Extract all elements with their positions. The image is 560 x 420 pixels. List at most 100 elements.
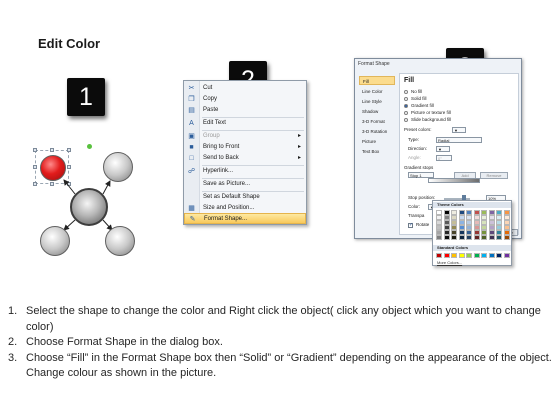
color-swatch[interactable] [488, 210, 495, 215]
color-swatch[interactable] [488, 230, 495, 235]
radio-solid-fill[interactable]: Solid fill [404, 96, 427, 102]
radio-gradient-fill[interactable]: Gradient fill [404, 103, 434, 109]
color-swatch[interactable] [436, 220, 442, 225]
color-swatch[interactable] [481, 220, 487, 225]
color-swatch[interactable] [503, 210, 510, 215]
color-swatch[interactable] [443, 210, 450, 215]
color-swatch[interactable] [451, 220, 457, 225]
menu-item-format-shape[interactable]: ✎ Format Shape... [184, 213, 306, 224]
menu-item-hyperlink[interactable]: ☍ Hyperlink... [184, 166, 306, 177]
radio-button[interactable] [404, 103, 408, 108]
direction-dropdown[interactable]: ▼ [436, 146, 450, 152]
color-swatch[interactable] [458, 235, 465, 240]
color-swatch[interactable] [496, 215, 502, 220]
color-swatch[interactable] [458, 230, 465, 235]
menu-item-copy[interactable]: ❐ Copy [184, 94, 306, 105]
rotate-checkbox[interactable] [408, 222, 413, 228]
menu-item-group[interactable]: ▣ Group ▸ [184, 131, 306, 142]
nav-item-3d-rotation[interactable]: 3-D Rotation [359, 127, 395, 136]
color-swatch[interactable] [503, 235, 510, 240]
color-swatch[interactable] [503, 220, 510, 225]
gray-circle-shape[interactable] [105, 226, 135, 256]
color-swatch[interactable] [481, 225, 487, 230]
color-swatch[interactable] [443, 220, 450, 225]
color-swatch[interactable] [496, 230, 502, 235]
color-swatch[interactable] [503, 215, 510, 220]
radio-no-fill[interactable]: No fill [404, 89, 422, 95]
color-swatch[interactable] [451, 230, 457, 235]
color-swatch[interactable] [458, 253, 465, 258]
color-swatch[interactable] [458, 215, 465, 220]
menu-item-paste[interactable]: ▤ Paste [184, 105, 306, 116]
color-swatch[interactable] [473, 225, 480, 230]
color-swatch[interactable] [496, 220, 502, 225]
radio-button[interactable] [404, 110, 408, 115]
radio-button[interactable] [404, 89, 408, 94]
color-swatch[interactable] [436, 235, 442, 240]
nav-item-line-style[interactable]: Line Style [359, 97, 395, 106]
nav-item-text-box[interactable]: Text Box [359, 147, 395, 156]
color-swatch[interactable] [451, 210, 457, 215]
color-swatch[interactable] [496, 210, 502, 215]
color-swatch[interactable] [436, 215, 442, 220]
color-swatch[interactable] [443, 225, 450, 230]
color-swatch[interactable] [496, 253, 502, 258]
color-swatch[interactable] [496, 235, 502, 240]
color-swatch[interactable] [443, 253, 450, 258]
menu-item-cut[interactable]: ✂ Cut [184, 83, 306, 94]
color-swatch[interactable] [503, 225, 510, 230]
color-swatch[interactable] [451, 225, 457, 230]
color-swatch[interactable] [436, 210, 442, 215]
color-swatch[interactable] [451, 235, 457, 240]
menu-item-save-as-picture[interactable]: Save as Picture... [184, 179, 306, 190]
color-swatch[interactable] [451, 253, 457, 258]
radio-picture-texture-fill[interactable]: Picture or texture fill [404, 110, 451, 116]
color-swatch[interactable] [488, 225, 495, 230]
color-swatch[interactable] [443, 230, 450, 235]
color-swatch[interactable] [466, 220, 472, 225]
color-swatch[interactable] [458, 220, 465, 225]
nav-item-fill[interactable]: Fill [359, 76, 395, 85]
color-swatch[interactable] [481, 253, 487, 258]
color-swatch[interactable] [458, 225, 465, 230]
color-swatch[interactable] [451, 215, 457, 220]
color-swatch[interactable] [503, 253, 510, 258]
color-swatch[interactable] [466, 225, 472, 230]
color-swatch[interactable] [503, 230, 510, 235]
color-swatch[interactable] [443, 215, 450, 220]
nav-item-picture[interactable]: Picture [359, 137, 395, 146]
nav-item-shadow[interactable]: Shadow [359, 107, 395, 116]
gray-circle-shape[interactable] [103, 152, 133, 182]
menu-item-bring-to-front[interactable]: ■ Bring to Front ▸ [184, 142, 306, 153]
color-swatch[interactable] [473, 235, 480, 240]
color-swatch[interactable] [466, 210, 472, 215]
color-swatch[interactable] [436, 253, 442, 258]
color-swatch[interactable] [488, 235, 495, 240]
radio-button[interactable] [404, 117, 408, 122]
color-swatch[interactable] [458, 210, 465, 215]
color-swatch[interactable] [488, 253, 495, 258]
color-swatch[interactable] [436, 225, 442, 230]
red-circle-shape[interactable] [40, 155, 66, 181]
more-colors-link[interactable]: More Colors... [437, 260, 462, 265]
color-swatch[interactable] [473, 210, 480, 215]
menu-item-edit-text[interactable]: A Edit Text [184, 118, 306, 129]
gray-circle-shape[interactable] [40, 226, 70, 256]
color-swatch[interactable] [466, 253, 472, 258]
preset-colors-dropdown[interactable]: ▼ [452, 127, 466, 133]
menu-item-set-default-shape[interactable]: Set as Default Shape [184, 192, 306, 203]
remove-stop-button[interactable]: Remove [480, 172, 508, 179]
color-swatch[interactable] [473, 220, 480, 225]
type-dropdown[interactable]: Radial [436, 137, 482, 143]
color-swatch[interactable] [488, 215, 495, 220]
radio-slide-background-fill[interactable]: Slide background fill [404, 117, 451, 123]
color-swatch[interactable] [496, 225, 502, 230]
color-swatch[interactable] [481, 230, 487, 235]
color-swatch[interactable] [443, 235, 450, 240]
radio-button[interactable] [404, 96, 408, 101]
center-circle-shape[interactable] [70, 188, 108, 226]
color-swatch[interactable] [488, 220, 495, 225]
color-swatch[interactable] [466, 215, 472, 220]
color-swatch[interactable] [473, 253, 480, 258]
angle-input[interactable]: 0° [436, 155, 452, 161]
